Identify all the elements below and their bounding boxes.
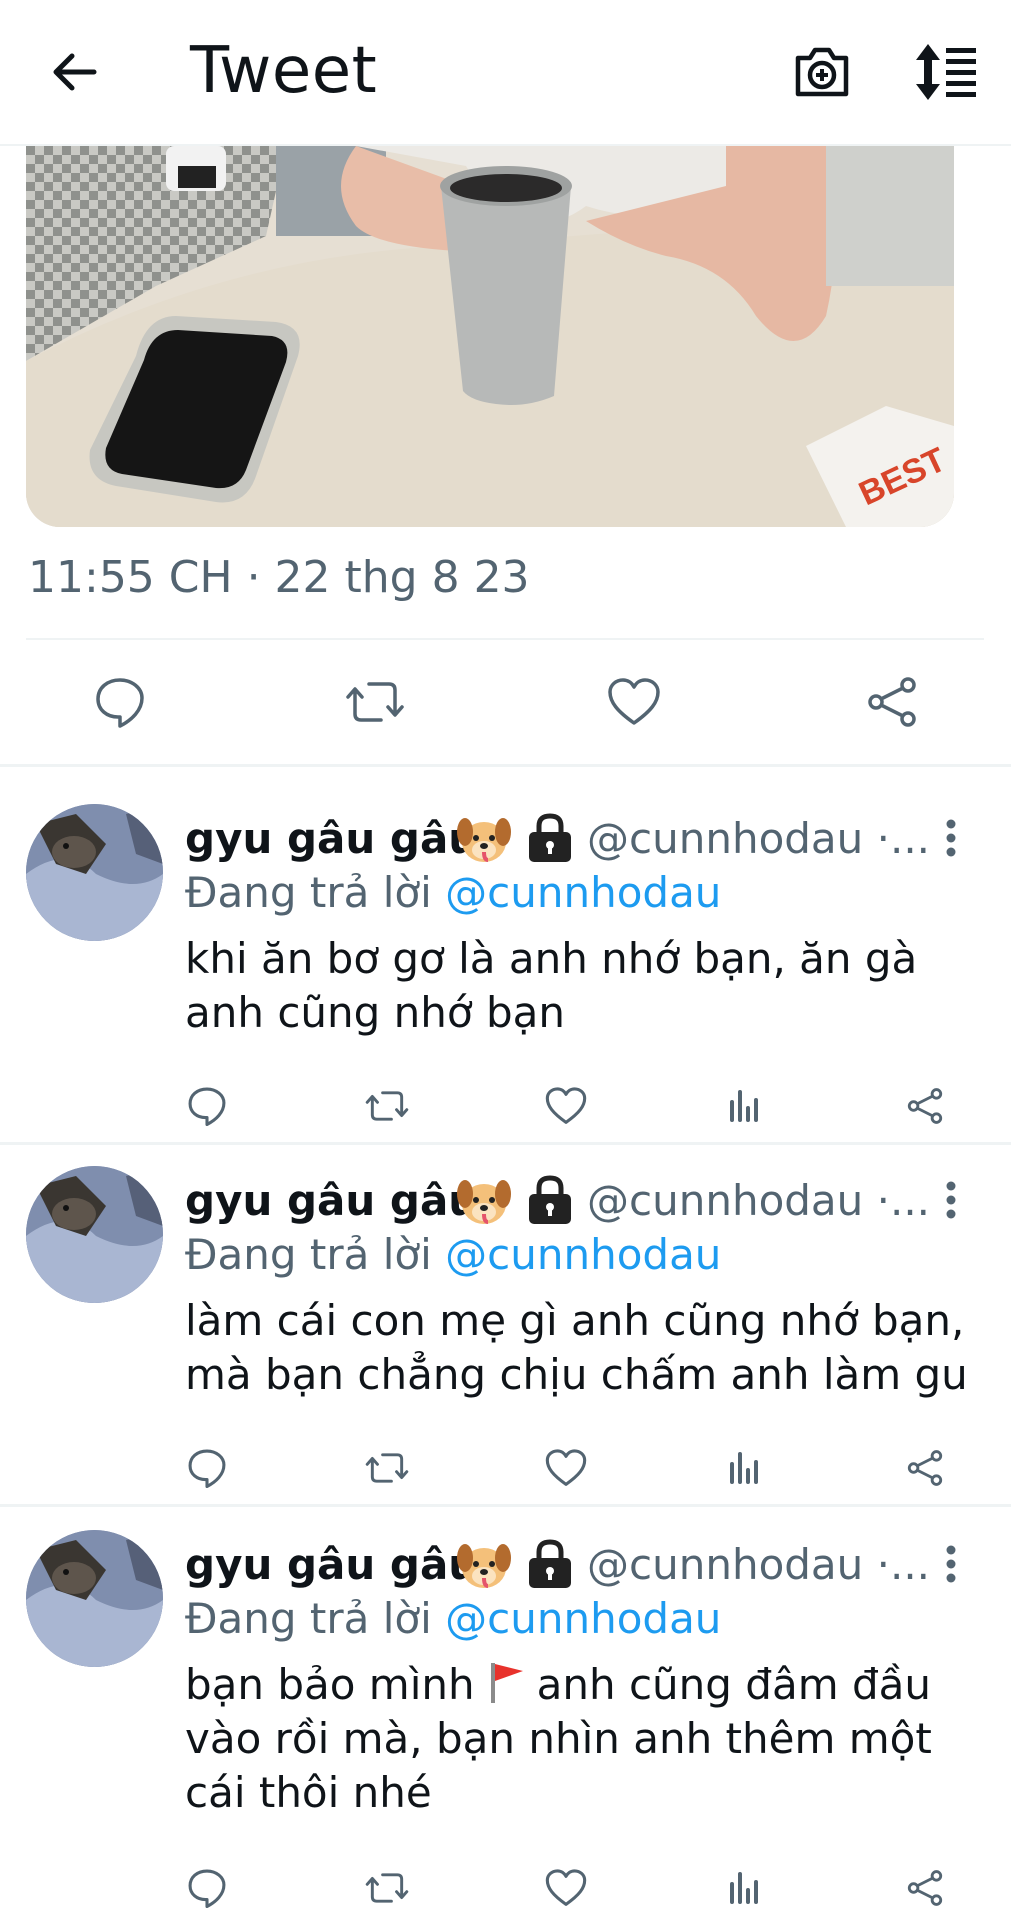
display-name[interactable]: gyu gâu gâu [185, 814, 478, 863]
reply-icon[interactable] [90, 674, 150, 730]
dog-face-icon [455, 1536, 513, 1594]
dog-face-icon [455, 810, 513, 868]
display-name[interactable]: gyu gâu gâu [185, 1540, 478, 1589]
lock-icon [525, 1538, 575, 1590]
retweet-icon[interactable] [365, 1446, 409, 1490]
retweet-icon[interactable] [365, 1866, 409, 1910]
camera-plus-icon[interactable] [790, 42, 854, 102]
tweet-photo[interactable]: BEST [26, 146, 954, 527]
like-icon[interactable] [544, 1084, 588, 1128]
user-handle[interactable]: @cunnhodau ·... [587, 814, 930, 863]
more-options-icon[interactable] [941, 816, 961, 860]
reply-action-bar [0, 1866, 1011, 1916]
reply-icon[interactable] [185, 1866, 229, 1910]
like-icon[interactable] [544, 1866, 588, 1910]
reply-icon[interactable] [185, 1084, 229, 1128]
views-icon[interactable] [724, 1446, 768, 1490]
mention-link[interactable]: @cunnhodau [445, 868, 721, 917]
reply-header: gyu gâu gâu @cunnhodau ·... [185, 808, 975, 868]
sort-thread-icon[interactable] [910, 42, 980, 102]
replying-label: Đang trả lời [185, 1594, 432, 1643]
back-arrow-icon[interactable] [46, 44, 102, 100]
tweet-text-part: bạn bảo mình [185, 1660, 475, 1709]
user-handle[interactable]: @cunnhodau ·... [587, 1540, 930, 1589]
reply-header: gyu gâu gâu @cunnhodau ·... [185, 1534, 975, 1594]
divider [26, 638, 984, 640]
like-icon[interactable] [604, 674, 664, 730]
reply-icon[interactable] [185, 1446, 229, 1490]
avatar[interactable] [26, 1166, 163, 1303]
retweet-icon[interactable] [365, 1084, 409, 1128]
replying-to: Đang trả lời @cunnhodau [185, 1594, 721, 1643]
lock-icon [525, 812, 575, 864]
red-flag-icon [483, 1659, 529, 1705]
tweet-text: làm cái con mẹ gì anh cũng nhớ bạn, mà b… [185, 1296, 968, 1399]
mention-link[interactable]: @cunnhodau [445, 1230, 721, 1279]
more-options-icon[interactable] [941, 1542, 961, 1586]
replying-label: Đang trả lời [185, 1230, 432, 1279]
share-icon[interactable] [903, 1446, 947, 1490]
share-icon[interactable] [862, 674, 922, 730]
replying-to: Đang trả lời @cunnhodau [185, 868, 721, 917]
avatar[interactable] [26, 1530, 163, 1667]
replying-label: Đang trả lời [185, 868, 432, 917]
retweet-icon[interactable] [345, 674, 405, 730]
like-icon[interactable] [544, 1446, 588, 1490]
replying-to: Đang trả lời @cunnhodau [185, 1230, 721, 1279]
lock-icon [525, 1174, 575, 1226]
views-icon[interactable] [724, 1866, 768, 1910]
reply-action-bar [0, 1084, 1011, 1134]
share-icon[interactable] [903, 1084, 947, 1128]
tweet-text: khi ăn bơ gơ là anh nhớ bạn, ăn gà anh c… [185, 934, 918, 1037]
mention-link[interactable]: @cunnhodau [445, 1594, 721, 1643]
page-title: Tweet [190, 34, 378, 108]
avatar[interactable] [26, 804, 163, 941]
divider [0, 764, 1011, 767]
top-app-bar: Tweet [0, 0, 1011, 146]
display-name[interactable]: gyu gâu gâu [185, 1176, 478, 1225]
tweet-text: bạn bảo mình anh cũng đâm đầu vào rồi mà,… [185, 1658, 985, 1820]
more-options-icon[interactable] [941, 1178, 961, 1222]
tweet-timestamp: 11:55 CH · 22 thg 8 23 [28, 552, 530, 603]
share-icon[interactable] [903, 1866, 947, 1910]
reply-action-bar [0, 1446, 1011, 1496]
tweet-action-bar [0, 660, 1011, 744]
user-handle[interactable]: @cunnhodau ·... [587, 1176, 930, 1225]
dog-face-icon [455, 1172, 513, 1230]
reply-header: gyu gâu gâu @cunnhodau ·... [185, 1170, 975, 1230]
divider [0, 1504, 1011, 1507]
divider [0, 1142, 1011, 1145]
views-icon[interactable] [724, 1084, 768, 1128]
